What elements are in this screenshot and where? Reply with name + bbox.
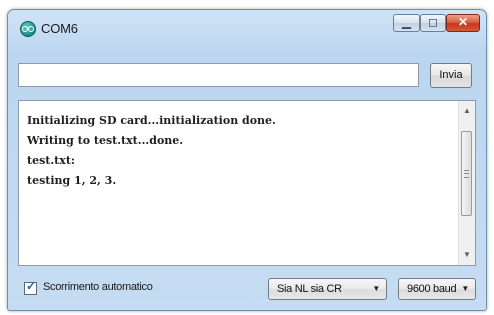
window-title: COM6 — [41, 21, 78, 36]
send-input[interactable] — [18, 63, 419, 87]
serial-monitor-window: COM6 ▁ ◻ ✕ Invia Initializing SD card...… — [7, 9, 487, 311]
autoscroll-checkbox[interactable]: ✓ — [24, 279, 37, 295]
checkmark-icon: ✓ — [26, 279, 37, 293]
chevron-down-icon: ▼ — [461, 284, 469, 293]
send-button[interactable]: Invia — [430, 63, 472, 88]
output-text: Initializing SD card...initialization do… — [27, 111, 455, 191]
output-line: testing 1, 2, 3. — [27, 174, 117, 187]
serial-output[interactable]: Initializing SD card...initialization do… — [18, 100, 476, 266]
chevron-down-icon: ▼ — [372, 284, 380, 293]
scroll-down-icon[interactable]: ▼ — [459, 247, 475, 263]
output-line: Writing to test.txt...done. — [27, 134, 184, 147]
scroll-thumb[interactable] — [461, 131, 472, 216]
scroll-up-icon[interactable]: ▲ — [459, 103, 475, 119]
close-button[interactable]: ✕ — [446, 14, 480, 32]
arduino-icon — [20, 21, 36, 37]
minimize-button[interactable]: ▁ — [393, 14, 420, 32]
maximize-button[interactable]: ◻ — [420, 14, 446, 32]
send-row: Invia — [18, 60, 476, 90]
footer-bar: ✓ Scorrimento automatico Sia NL sia CR ▼… — [18, 272, 478, 302]
output-line: test.txt: — [27, 154, 75, 167]
autoscroll-label[interactable]: Scorrimento automatico — [43, 281, 153, 293]
grip-icon — [464, 170, 469, 178]
vertical-scrollbar[interactable]: ▲ ▼ — [458, 101, 475, 265]
baud-rate-select[interactable]: 9600 baud ▼ — [398, 278, 476, 300]
output-line: Initializing SD card...initialization do… — [27, 114, 276, 127]
line-ending-select[interactable]: Sia NL sia CR ▼ — [268, 278, 387, 300]
baud-rate-value: 9600 baud — [407, 283, 457, 295]
line-ending-value: Sia NL sia CR — [277, 283, 342, 295]
title-bar[interactable]: COM6 ▁ ◻ ✕ — [8, 10, 486, 46]
